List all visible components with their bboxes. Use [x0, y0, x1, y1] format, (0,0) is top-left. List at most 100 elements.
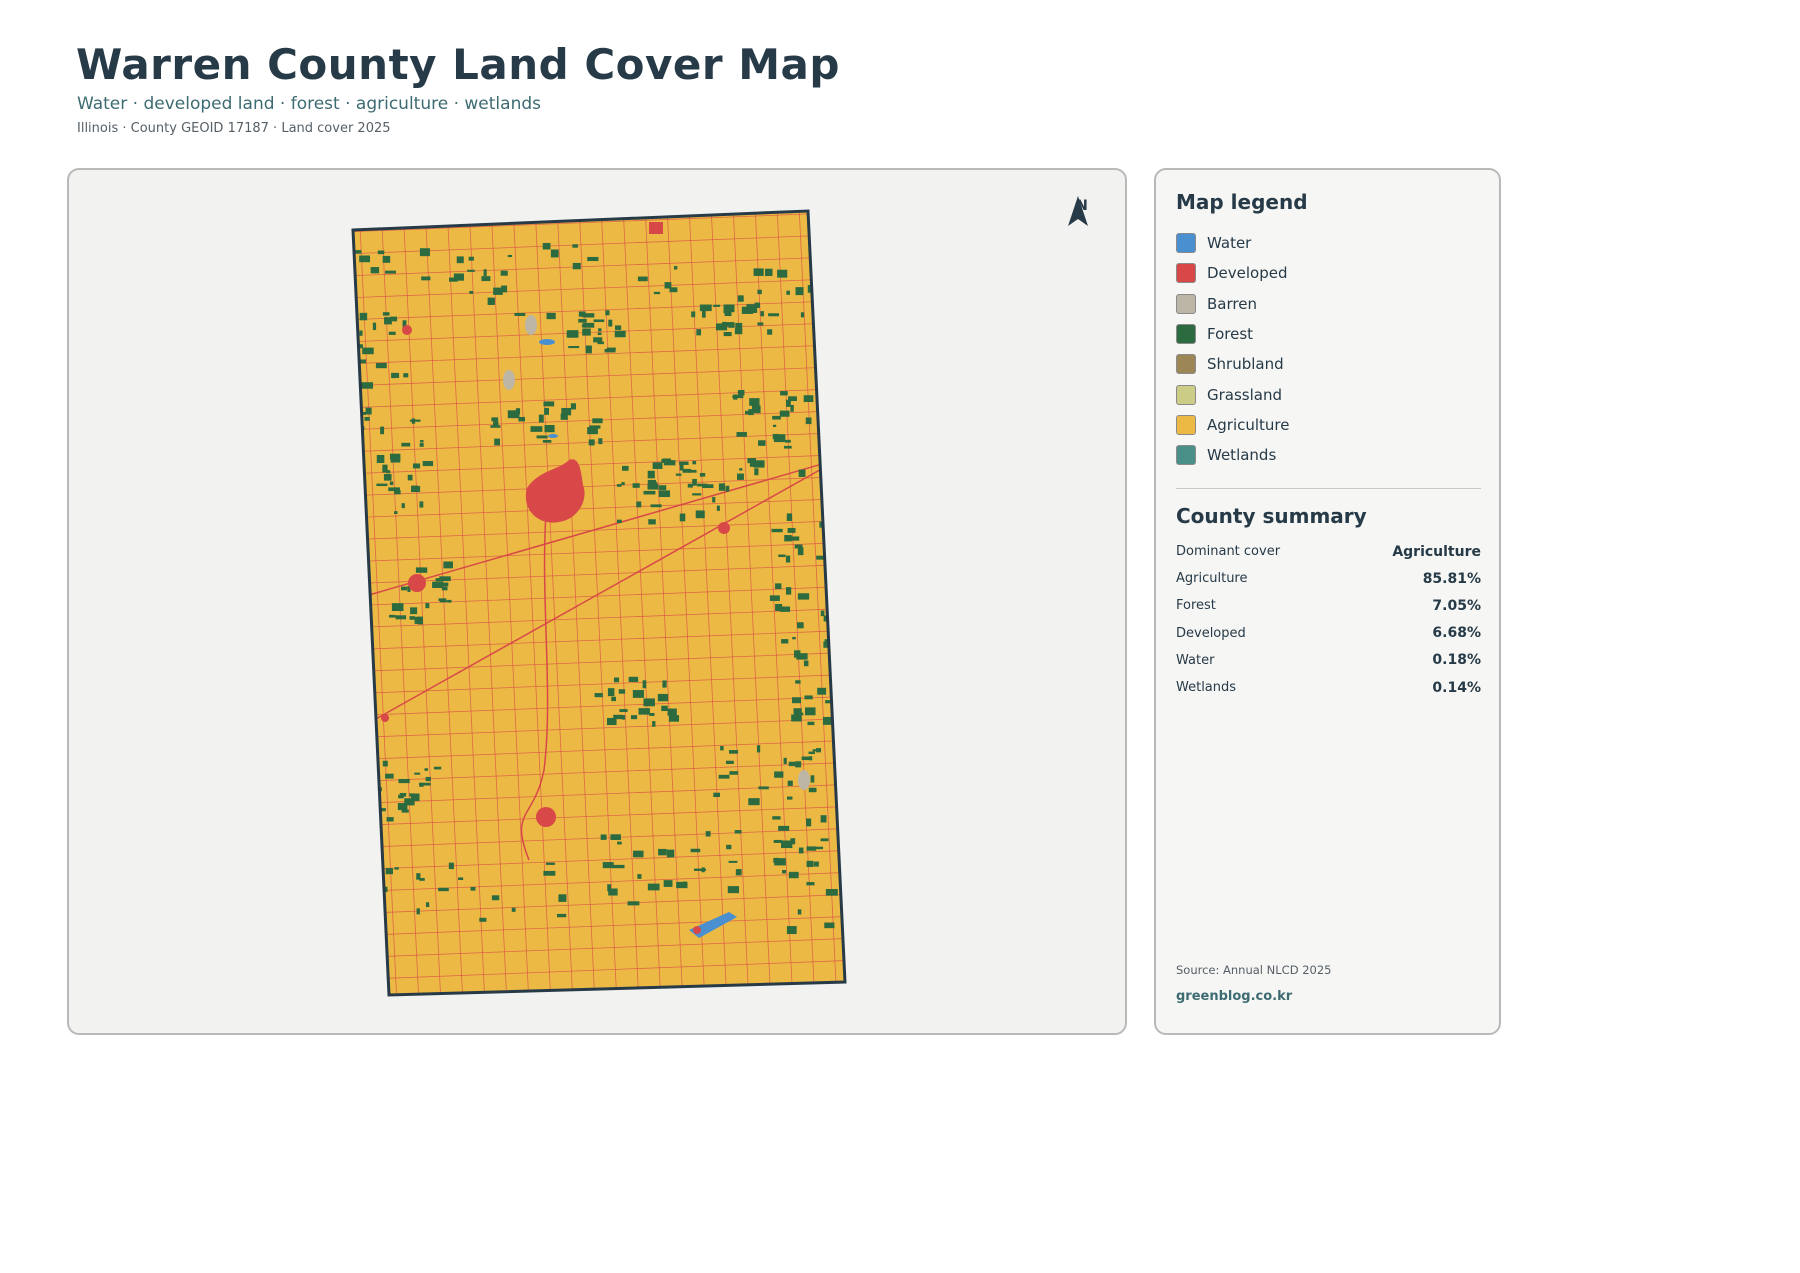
forest-patch: [798, 469, 806, 477]
land-cover-map[interactable]: [69, 170, 1127, 1035]
forest-patch: [391, 603, 404, 612]
forest-patch: [582, 328, 591, 336]
legend-label: Wetlands: [1207, 446, 1277, 465]
legend-label: Forest: [1207, 325, 1254, 344]
forest-patch: [617, 841, 622, 845]
forest-patch: [825, 889, 838, 896]
forest-patch: [362, 347, 374, 355]
forest-patch: [627, 901, 640, 906]
forest-patch: [797, 909, 802, 915]
forest-patch: [783, 445, 792, 449]
forest-patch: [792, 636, 796, 640]
forest-patch: [572, 244, 579, 248]
forest-patch: [633, 850, 644, 858]
forest-patch: [630, 715, 638, 720]
forest-patch: [772, 424, 777, 427]
forest-patch: [382, 760, 388, 767]
forest-patch: [616, 484, 622, 487]
forest-patch: [658, 848, 667, 856]
forest-patch: [412, 463, 421, 469]
forest-patch: [788, 761, 796, 767]
forest-patch: [383, 474, 392, 481]
summary-value: Agriculture: [1392, 543, 1481, 560]
forest-patch: [361, 382, 374, 389]
forest-patch: [389, 614, 396, 618]
forest-patch: [587, 256, 599, 262]
forest-patch: [543, 870, 556, 876]
forest-patch: [394, 511, 398, 515]
forest-patch: [658, 490, 671, 498]
legend-label: Agriculture: [1207, 415, 1290, 434]
forest-patch: [795, 680, 801, 684]
forest-patch: [696, 329, 702, 336]
page-title: Warren County Land Cover Map: [76, 40, 840, 89]
forest-patch: [432, 581, 444, 589]
forest-patch: [805, 417, 812, 425]
forest-patch: [650, 504, 662, 508]
forest-patch: [642, 680, 647, 689]
forest-patch: [558, 894, 567, 902]
forest-patch: [782, 870, 787, 874]
forest-patch: [795, 761, 802, 768]
forest-patch: [414, 772, 421, 775]
forest-patch: [652, 721, 656, 727]
forest-patch: [593, 319, 605, 323]
forest-patch: [409, 793, 415, 797]
forest-patch: [390, 453, 401, 460]
forest-patch: [659, 485, 667, 491]
forest-patch: [653, 291, 661, 295]
forest-patch: [390, 316, 398, 322]
site-link[interactable]: greenblog.co.kr: [1176, 989, 1292, 1004]
legend-item-agriculture: Agriculture: [1176, 410, 1290, 440]
forest-patch: [398, 778, 410, 784]
developed-swatch: [1176, 263, 1196, 284]
forest-patch: [382, 312, 390, 316]
forest-patch: [419, 443, 424, 447]
forest-patch: [643, 490, 656, 495]
forest-patch: [546, 862, 555, 865]
forest-patch: [621, 482, 625, 486]
summary-key: Dominant cover: [1176, 544, 1281, 560]
forest-patch: [741, 306, 754, 314]
map-panel[interactable]: N: [67, 168, 1127, 1035]
forest-patch: [388, 331, 396, 335]
legend-label: Shrubland: [1207, 355, 1284, 374]
shrubland-swatch: [1176, 354, 1196, 375]
forest-patch: [661, 705, 668, 712]
forest-patch: [638, 708, 650, 715]
summary-value: 0.14%: [1432, 679, 1481, 696]
forest-patch: [692, 460, 697, 465]
forest-patch: [385, 270, 396, 274]
forest-patch: [767, 329, 773, 335]
forest-patch: [807, 721, 815, 726]
forest-patch: [769, 595, 780, 601]
forest-patch: [756, 745, 761, 753]
summary-row-dominant: Dominant cover Agriculture: [1176, 538, 1481, 565]
forest-patch: [386, 817, 394, 822]
agriculture-swatch: [1176, 414, 1196, 435]
forest-patch: [425, 602, 430, 609]
forest-patch: [647, 484, 659, 490]
forest-patch: [391, 374, 396, 379]
forest-patch: [543, 401, 555, 407]
barren-swatch: [1176, 293, 1196, 314]
forest-patch: [469, 291, 474, 294]
forest-patch: [385, 868, 393, 875]
forest-patch: [773, 839, 782, 843]
forest-patch: [621, 465, 629, 471]
forest-patch: [515, 408, 521, 415]
forest-patch: [419, 782, 431, 786]
forest-patch: [438, 598, 447, 602]
forest-patch: [775, 583, 782, 590]
forest-patch: [784, 535, 792, 542]
forest-patch: [774, 858, 786, 866]
forest-patch: [359, 312, 368, 321]
forest-patch: [544, 407, 549, 415]
forest-patch: [669, 287, 678, 293]
summary-row-wetlands: Wetlands 0.14%: [1176, 674, 1481, 701]
forest-patch: [824, 509, 832, 515]
town: [408, 574, 426, 592]
forest-patch: [820, 838, 829, 842]
forest-patch: [800, 312, 805, 318]
forest-patch: [401, 503, 405, 509]
